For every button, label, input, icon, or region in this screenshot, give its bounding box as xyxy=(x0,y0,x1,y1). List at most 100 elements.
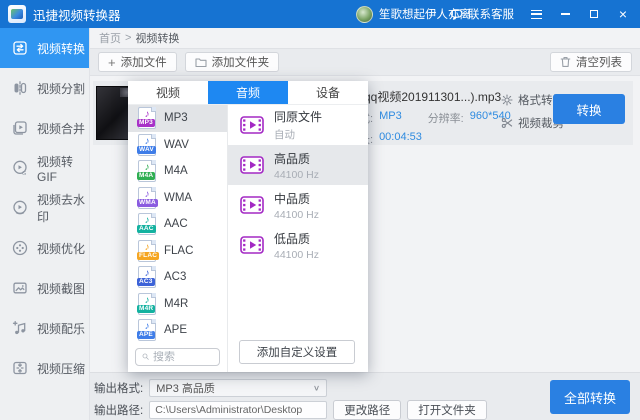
folder-icon xyxy=(195,57,207,67)
quality-option-high[interactable]: 高品质 44100 Hz xyxy=(228,145,368,185)
sidebar-item-video-split[interactable]: 视频分割 xyxy=(0,68,89,108)
add-folder-button[interactable]: 添加文件夹 xyxy=(184,52,280,72)
output-format-label: 输出格式: xyxy=(94,383,144,395)
sidebar-item-video-screenshot[interactable]: 视频截图 xyxy=(0,268,89,308)
quality-name: 低品质 xyxy=(274,231,311,246)
film-icon xyxy=(240,196,264,214)
file-info: qq视频201911301...).mp3 格式: MP3 分辨率: 960*5… xyxy=(348,88,511,147)
sidebar-item-video-compress[interactable]: 视频压缩 xyxy=(0,348,89,388)
contact-support-button[interactable]: 联系客服 xyxy=(450,6,514,22)
music-doc-icon: ♪ WMA xyxy=(137,186,158,209)
trash-icon xyxy=(560,57,571,67)
minimize-icon[interactable] xyxy=(558,6,572,22)
tab-video[interactable]: 视频 xyxy=(128,81,208,104)
output-path-input[interactable] xyxy=(149,401,328,419)
format-name: WAV xyxy=(164,138,189,151)
format-option-flac[interactable]: ♪ FLAC FLAC xyxy=(128,238,227,265)
sidebar-item-video-watermark-remove[interactable]: 视频去水印 xyxy=(0,188,89,228)
sidebar-item-video-optimize[interactable]: 视频优化 xyxy=(0,228,89,268)
format-option-ape[interactable]: ♪ APE APE xyxy=(128,317,227,344)
format-name: M4A xyxy=(164,165,188,178)
change-path-button[interactable]: 更改路径 xyxy=(333,400,402,420)
search-input[interactable] xyxy=(153,350,213,363)
format-option-m4r[interactable]: ♪ M4R M4R xyxy=(128,291,227,318)
open-folder-button[interactable]: 打开文件夹 xyxy=(407,400,487,420)
sidebar-item-video-merge[interactable]: 视频合并 xyxy=(0,108,89,148)
output-settings-bar: 输出格式: MP3 高品质 ∨ 输出路径: 更改路径 打开文件夹 全部转换 xyxy=(90,372,640,420)
merge-icon xyxy=(11,119,29,137)
breadcrumb-separator: > xyxy=(125,32,132,44)
menu-icon[interactable] xyxy=(529,6,543,22)
format-search[interactable] xyxy=(135,347,220,366)
chevron-down-icon: ∨ xyxy=(312,383,321,393)
chat-bubble-icon xyxy=(450,8,463,20)
sidebar-item-label: 视频转换 xyxy=(37,41,86,56)
close-icon[interactable]: × xyxy=(616,6,630,22)
music-doc-icon: ♪ M4R xyxy=(137,292,156,315)
format-option-wma[interactable]: ♪ WMA WMA xyxy=(128,185,227,212)
quality-sub: 44100 Hz xyxy=(274,248,319,261)
screenshot-icon xyxy=(11,279,29,297)
add-folder-label: 添加文件夹 xyxy=(211,57,270,69)
format-option-aac[interactable]: ♪ AAC AAC xyxy=(128,211,227,238)
convert-button[interactable]: 转换 xyxy=(553,94,625,124)
format-name: M4R xyxy=(164,297,189,310)
sidebar-item-label: 视频压缩 xyxy=(37,361,86,376)
sidebar-item-label: 视频分割 xyxy=(37,81,86,96)
sidebar-item-label: 视频优化 xyxy=(37,241,86,256)
tab-device[interactable]: 设备 xyxy=(288,81,368,104)
music-doc-icon: ♪ AC3 xyxy=(137,266,156,289)
format-name: WMA xyxy=(164,191,193,204)
title-bar: 迅捷视频转换器 笙歌想起伊人亦离 联系客服 × xyxy=(0,0,640,28)
quality-option-original[interactable]: 同原文件 自动 xyxy=(228,105,368,145)
add-custom-settings-button[interactable]: 添加自定义设置 xyxy=(239,340,355,364)
sidebar-item-label: 视频截图 xyxy=(37,281,86,296)
output-format-value: MP3 高品质 xyxy=(156,383,215,395)
music-doc-icon: ♪ M4A xyxy=(137,160,156,183)
breadcrumb: 首页 > 视频转换 xyxy=(90,28,640,48)
format-option-mp3[interactable]: ♪ MP3 MP3 xyxy=(128,105,227,132)
film-icon xyxy=(240,236,264,254)
sidebar: 视频转换 视频分割 视频合并 G 视频转GIF 视频去水印 视频优化 视频截图 xyxy=(0,28,90,420)
sidebar-item-video-music[interactable]: 视频配乐 xyxy=(0,308,89,348)
sidebar-item-video-convert[interactable]: 视频转换 xyxy=(0,28,89,68)
add-file-button[interactable]: + 添加文件 xyxy=(98,52,177,72)
app-title: 迅捷视频转换器 xyxy=(33,8,121,23)
music-doc-icon: ♪ MP3 xyxy=(137,107,156,130)
toolbar: + 添加文件 添加文件夹 清空列表 xyxy=(90,48,640,76)
sidebar-item-video-to-gif[interactable]: G 视频转GIF xyxy=(0,148,89,188)
format-name: MP3 xyxy=(164,112,188,125)
watermark-remove-icon xyxy=(11,199,29,217)
output-format-select[interactable]: MP3 高品质 ∨ xyxy=(149,379,328,397)
format-option-wav[interactable]: ♪ WAV WAV xyxy=(128,132,227,159)
tab-audio[interactable]: 音频 xyxy=(208,81,288,104)
quality-sub: 自动 xyxy=(274,129,295,141)
format-option-ac3[interactable]: ♪ AC3 AC3 xyxy=(128,264,227,291)
format-option-m4a[interactable]: ♪ M4A M4A xyxy=(128,158,227,185)
clear-list-button[interactable]: 清空列表 xyxy=(550,52,632,72)
plus-icon: + xyxy=(108,54,116,70)
app-logo-icon xyxy=(8,5,26,23)
app-window: 迅捷视频转换器 笙歌想起伊人亦离 联系客服 × 视频转换 视频分割 视频合并 G… xyxy=(0,0,640,420)
music-doc-icon: ♪ AAC xyxy=(137,213,156,236)
breadcrumb-home[interactable]: 首页 xyxy=(99,30,121,46)
duration-value: 00:04:53 xyxy=(379,131,422,143)
popup-tabs: 视频 音频 设备 xyxy=(128,81,368,105)
quality-name: 中品质 xyxy=(274,191,311,206)
maximize-icon[interactable] xyxy=(587,6,601,22)
quality-option-low[interactable]: 低品质 44100 Hz xyxy=(228,225,368,265)
add-file-label: 添加文件 xyxy=(120,57,167,69)
convert-all-button[interactable]: 全部转换 xyxy=(550,380,630,414)
film-icon xyxy=(240,116,264,134)
optimize-icon xyxy=(11,239,29,257)
quality-option-medium[interactable]: 中品质 44100 Hz xyxy=(228,185,368,225)
music-note-icon xyxy=(11,319,29,337)
compress-icon xyxy=(11,359,29,377)
quality-list: 同原文件 自动 高品质 44100 Hz 中品质 44100 Hz 低品质 44100 … xyxy=(228,105,368,372)
search-icon xyxy=(142,353,149,360)
split-icon xyxy=(11,79,29,97)
user-avatar xyxy=(356,5,373,23)
music-doc-icon: ♪ FLAC xyxy=(137,239,160,262)
breadcrumb-current: 视频转换 xyxy=(135,33,180,45)
quality-sub: 44100 Hz xyxy=(274,168,319,181)
